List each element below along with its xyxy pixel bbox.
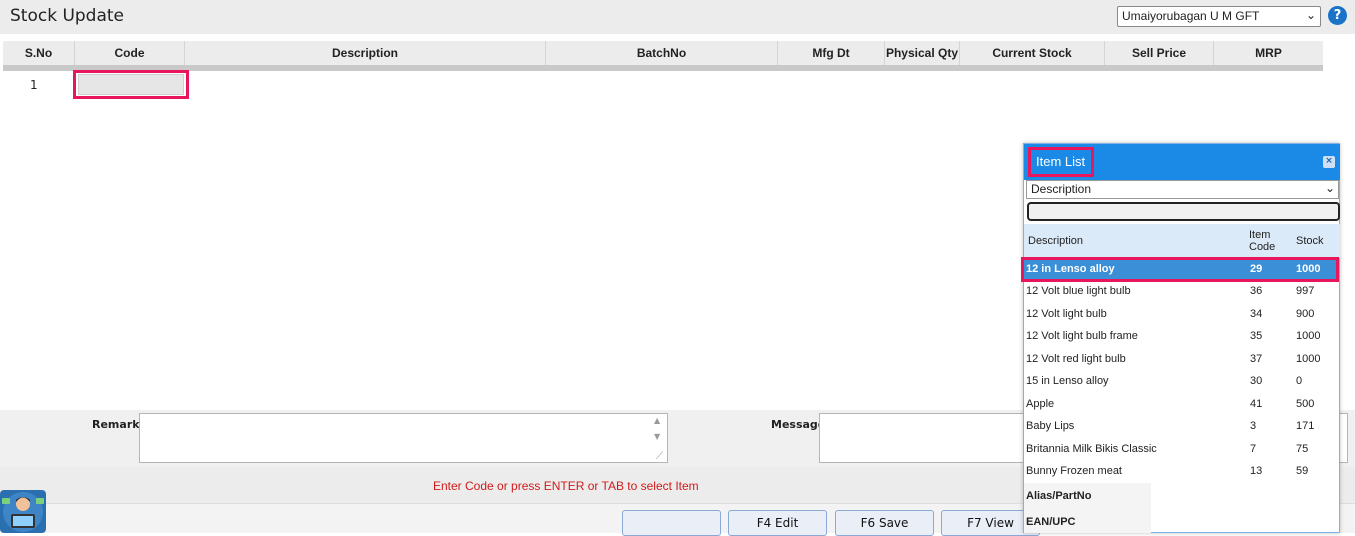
item-search-input[interactable]: [1027, 202, 1340, 221]
grid-header-divider: [3, 65, 1323, 71]
item-stock: 997: [1296, 285, 1315, 297]
item-description[interactable]: 12 in Lenso alloy: [1026, 263, 1115, 275]
column-header-sno: S.No: [3, 41, 75, 65]
item-description[interactable]: 12 Volt blue light bulb: [1026, 285, 1131, 297]
item-stock: 1000: [1296, 263, 1321, 275]
column-header-mfg-date: Mfg Dt: [778, 41, 885, 65]
item-code: 13: [1250, 465, 1263, 477]
item-description[interactable]: Baby Lips: [1026, 420, 1074, 432]
item-code: 35: [1250, 330, 1263, 342]
item-stock: 900: [1296, 308, 1315, 320]
item-stock: 0: [1296, 375, 1303, 387]
row-serial-number: 1: [30, 78, 38, 92]
item-stock: 75: [1296, 443, 1309, 455]
search-option-ean-label: EAN/UPC: [1026, 516, 1076, 528]
item-code-header-line2: Code: [1249, 241, 1276, 253]
chevron-down-icon: ⌄: [1305, 8, 1316, 22]
column-header-code: Code: [75, 41, 185, 65]
item-code-header-line1: Item: [1249, 229, 1271, 241]
item-description[interactable]: Britannia Milk Bikis Classic: [1026, 443, 1157, 455]
column-header-description: Description: [185, 41, 546, 65]
column-header-physical-qty: Physical Qty: [885, 41, 960, 65]
item-stock: 500: [1296, 398, 1315, 410]
item-code: 30: [1250, 375, 1263, 387]
item-stock: 1000: [1296, 330, 1321, 342]
item-description[interactable]: Apple: [1026, 398, 1054, 410]
close-icon[interactable]: ×: [1323, 156, 1335, 168]
item-code: 34: [1250, 308, 1263, 320]
item-code: 37: [1250, 353, 1263, 365]
code-input[interactable]: [78, 74, 184, 95]
blank-button[interactable]: [622, 510, 721, 536]
item-code: 7: [1250, 443, 1257, 455]
avatar-graphic: [2, 492, 44, 532]
item-code: 36: [1250, 285, 1263, 297]
status-message: Enter Code or press ENTER or TAB to sele…: [433, 479, 699, 493]
item-stock: 1000: [1296, 353, 1321, 365]
item-code: 3: [1250, 420, 1257, 432]
scroll-up-icon[interactable]: ▲: [654, 416, 660, 425]
help-icon[interactable]: ?: [1328, 6, 1347, 25]
item-list-header-stock: Stock: [1296, 235, 1324, 247]
column-header-current-stock: Current Stock: [960, 41, 1105, 65]
item-list-title: Item List: [1036, 154, 1086, 169]
scroll-down-icon[interactable]: ▼: [654, 432, 660, 441]
support-avatar-icon[interactable]: [0, 490, 46, 533]
item-list-header-item-code: Item Code: [1249, 229, 1275, 253]
page-title: Stock Update: [10, 6, 125, 26]
item-description[interactable]: 12 Volt light bulb: [1026, 308, 1107, 320]
search-by-value: Description: [1031, 182, 1092, 196]
column-header-mrp: MRP: [1255, 46, 1282, 60]
item-code: 29: [1250, 263, 1263, 275]
search-option-alias-label: Alias/PartNo: [1026, 490, 1092, 502]
item-description[interactable]: Bunny Frozen meat: [1026, 465, 1122, 477]
column-header-sell-price: Sell Price: [1105, 41, 1214, 65]
item-stock: 171: [1296, 420, 1315, 432]
item-description[interactable]: 12 Volt red light bulb: [1026, 353, 1126, 365]
chevron-down-icon: ⌄: [1324, 181, 1335, 195]
item-list-header-description: Description: [1028, 235, 1084, 247]
item-code: 41: [1250, 398, 1263, 410]
column-header-batchno: BatchNo: [546, 41, 778, 65]
edit-button[interactable]: F4 Edit: [728, 510, 827, 536]
save-button[interactable]: F6 Save: [835, 510, 934, 536]
resize-grip-icon[interactable]: ⟋: [656, 451, 663, 462]
item-description[interactable]: 12 Volt light bulb frame: [1026, 330, 1138, 342]
remarks-label: Remarks: [92, 418, 147, 431]
message-label: Message: [771, 418, 826, 431]
remarks-textarea[interactable]: [139, 413, 668, 463]
search-by-select[interactable]: Description ⌄: [1026, 180, 1339, 199]
branch-select-value: Umaiyorubagan U M GFT: [1122, 9, 1260, 23]
item-description[interactable]: 15 in Lenso alloy: [1026, 375, 1109, 387]
item-stock: 59: [1296, 465, 1309, 477]
branch-select[interactable]: Umaiyorubagan U M GFT ⌄: [1117, 6, 1321, 27]
